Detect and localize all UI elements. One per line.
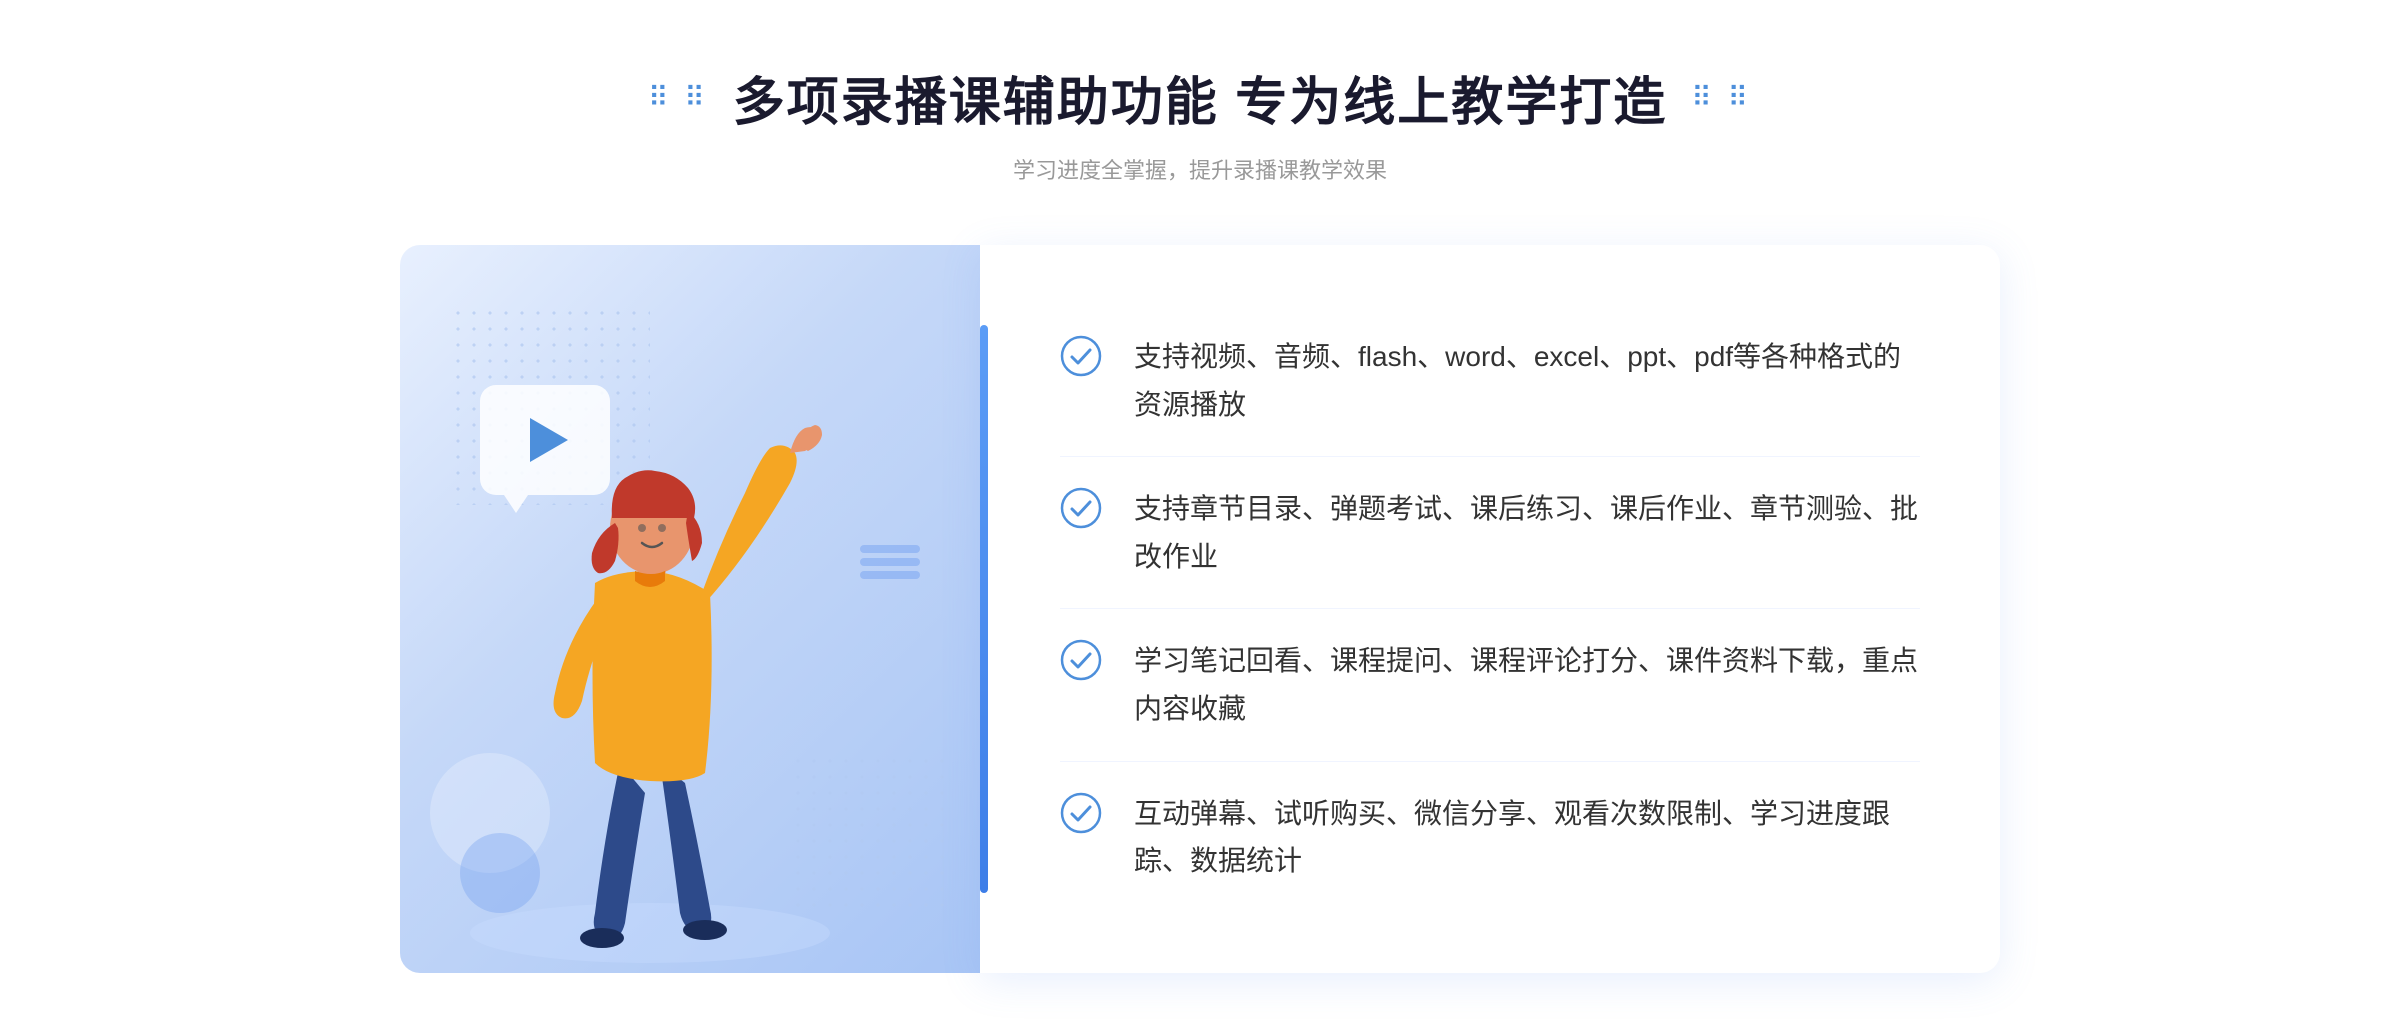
feature-text-2: 支持章节目录、弹题考试、课后练习、课后作业、章节测验、批改作业 (1134, 485, 1920, 580)
page-wrapper: ⠿ ⠿ 多项录播课辅助功能 专为线上教学打造 ⠿ ⠿ 学习进度全掌握，提升录播课… (0, 60, 2400, 973)
feature-item-4: 互动弹幕、试听购买、微信分享、观看次数限制、学习进度跟踪、数据统计 (1060, 762, 1920, 913)
check-icon-2 (1060, 487, 1102, 529)
feature-item-1: 支持视频、音频、flash、word、excel、ppt、pdf等各种格式的资源… (1060, 305, 1920, 457)
page-title: 多项录播课辅助功能 专为线上教学打造 (733, 60, 1667, 135)
feature-item-3: 学习笔记回看、课程提问、课程评论打分、课件资料下载，重点内容收藏 (1060, 609, 1920, 761)
person-illustration (450, 333, 930, 973)
left-illustration-panel (400, 245, 980, 973)
main-content: » (400, 245, 2000, 973)
check-icon-3 (1060, 639, 1102, 681)
panel-accent-bar (980, 325, 988, 893)
dots-right-icon: ⠿ ⠿ (1691, 81, 1752, 114)
header-subtitle: 学习进度全掌握，提升录播课教学效果 (0, 153, 2400, 185)
header-title-row: ⠿ ⠿ 多项录播课辅助功能 专为线上教学打造 ⠿ ⠿ (0, 60, 2400, 135)
check-icon-1 (1060, 335, 1102, 377)
right-features-panel: 支持视频、音频、flash、word、excel、ppt、pdf等各种格式的资源… (980, 245, 2000, 973)
header-section: ⠿ ⠿ 多项录播课辅助功能 专为线上教学打造 ⠿ ⠿ 学习进度全掌握，提升录播课… (0, 60, 2400, 185)
feature-item-2: 支持章节目录、弹题考试、课后练习、课后作业、章节测验、批改作业 (1060, 457, 1920, 609)
feature-text-3: 学习笔记回看、课程提问、课程评论打分、课件资料下载，重点内容收藏 (1134, 637, 1920, 732)
check-icon-4 (1060, 792, 1102, 834)
dots-left-icon: ⠿ ⠿ (648, 81, 709, 114)
feature-text-4: 互动弹幕、试听购买、微信分享、观看次数限制、学习进度跟踪、数据统计 (1134, 790, 1920, 885)
feature-text-1: 支持视频、音频、flash、word、excel、ppt、pdf等各种格式的资源… (1134, 333, 1920, 428)
